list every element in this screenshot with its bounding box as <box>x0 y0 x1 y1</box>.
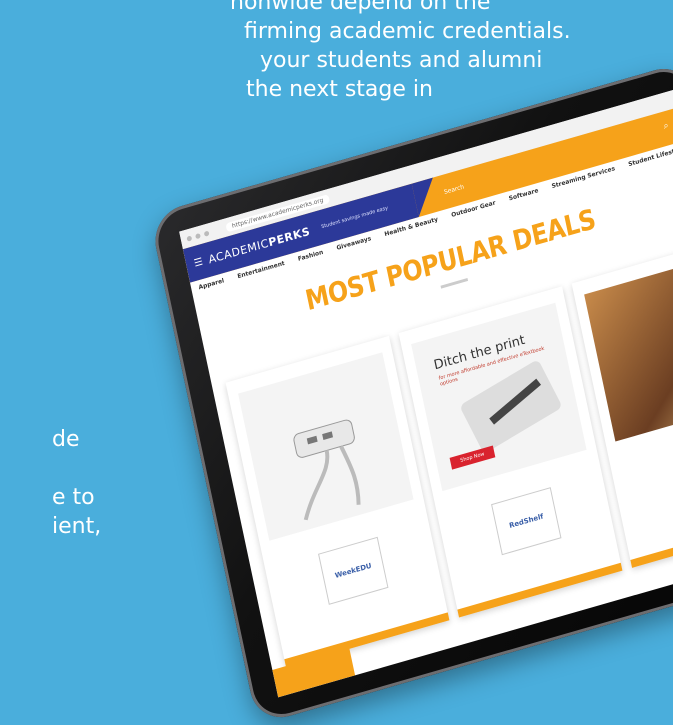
back-icon[interactable] <box>186 234 193 242</box>
card-accent-strip <box>457 562 623 618</box>
title-divider <box>440 277 469 289</box>
product-image-food <box>584 253 673 442</box>
bg-line <box>52 454 101 483</box>
nav-item[interactable]: Fashion <box>297 249 324 263</box>
card-accent-strip <box>630 513 673 568</box>
forward-icon[interactable] <box>194 232 201 239</box>
site-tagline: Student savings made easy <box>320 205 389 231</box>
product-image-usb-hub <box>238 352 414 541</box>
search-icon[interactable]: ⌕ <box>663 121 670 132</box>
background-text-left: de e to ient, <box>0 425 101 541</box>
product-image-etextbook: Ditch the print for more affordable and … <box>411 302 587 492</box>
bg-line: de <box>52 427 80 452</box>
bg-line: ient, <box>52 514 102 539</box>
tablet-bezel: https://www.academicperks.org ☰ ACADEMIC… <box>149 60 673 725</box>
brand-logo: RedShelf <box>491 487 562 556</box>
tablet-device: https://www.academicperks.org ☰ ACADEMIC… <box>120 0 673 725</box>
nav-item[interactable]: Apparel <box>198 277 225 291</box>
hamburger-menu-icon[interactable]: ☰ <box>193 256 204 269</box>
brand-logo: WeekEDU <box>318 536 389 605</box>
reload-icon[interactable] <box>203 230 210 237</box>
tablet-screen: https://www.academicperks.org ☰ ACADEMIC… <box>179 88 673 698</box>
bg-line: e to <box>52 485 95 510</box>
